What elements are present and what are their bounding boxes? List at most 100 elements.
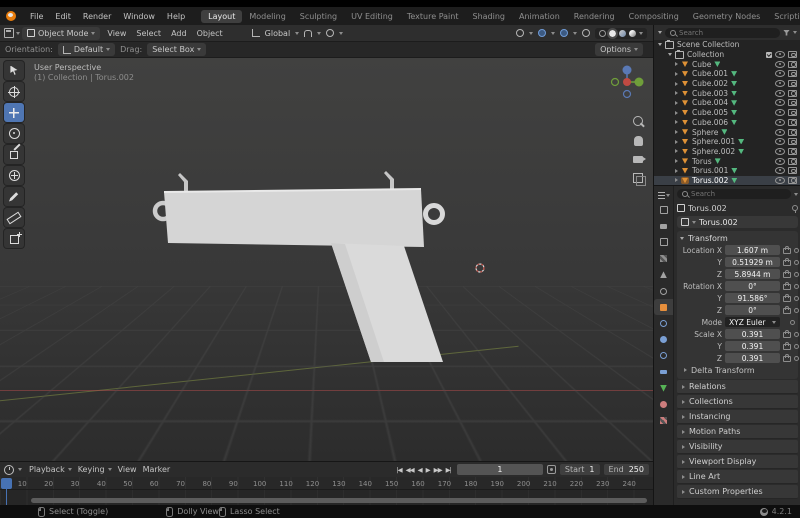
shading-solid-icon[interactable] [607, 27, 618, 39]
outliner-object-row[interactable]: Torus.002 [654, 175, 800, 185]
property-section-header[interactable]: Motion Paths [677, 425, 798, 439]
filter-funnel-icon[interactable] [783, 29, 790, 36]
drag-dropdown[interactable]: Select Box [147, 43, 207, 56]
editor-clock-icon[interactable] [4, 464, 14, 475]
timeline-scrollbar[interactable] [31, 498, 647, 503]
workspace-tab[interactable]: Rendering [567, 10, 622, 23]
disable-render-icon[interactable] [788, 118, 797, 126]
shading-material-icon[interactable] [619, 29, 626, 37]
transform-value-field[interactable]: 0° [725, 305, 780, 315]
tab-render[interactable] [654, 218, 673, 234]
hide-eye-icon[interactable] [775, 128, 785, 136]
gizmo-z-neg[interactable] [622, 89, 632, 99]
lock-icon[interactable] [783, 294, 791, 302]
expand-arrow-icon[interactable] [675, 71, 678, 76]
collection-row[interactable]: Collection [654, 49, 800, 60]
play-reverse-button[interactable]: ◀ [416, 465, 424, 475]
show-gizmo-icon[interactable] [538, 29, 546, 37]
options-button[interactable]: Options [595, 43, 643, 56]
timeline-menu[interactable]: Marker [140, 465, 174, 474]
disable-render-icon[interactable] [788, 89, 797, 97]
transform-value-field[interactable]: 0° [725, 281, 780, 291]
properties-search[interactable] [677, 189, 791, 199]
animate-dot-icon[interactable] [794, 259, 799, 265]
sight-front[interactable] [178, 173, 188, 192]
scale-tool[interactable] [4, 145, 24, 164]
outliner-object-row[interactable]: Torus.001 [654, 166, 800, 176]
lock-icon[interactable] [783, 282, 791, 290]
expand-arrow-icon[interactable] [675, 139, 678, 144]
workspace-tab[interactable]: Scripting [767, 10, 800, 23]
show-overlays-icon[interactable] [560, 29, 568, 37]
add-cube-tool[interactable] [4, 229, 24, 248]
workspace-tab[interactable]: Layout [201, 9, 243, 23]
hide-eye-icon[interactable] [775, 89, 785, 97]
animate-dot-icon[interactable] [794, 271, 799, 277]
object-name[interactable]: Sphere [692, 128, 718, 137]
viewport-menu[interactable]: Object [192, 29, 228, 38]
zoom-icon[interactable] [633, 116, 643, 126]
blender-logo-icon[interactable] [6, 11, 16, 21]
animate-dot-icon[interactable] [794, 283, 799, 289]
properties-search-input[interactable] [691, 190, 786, 198]
pin-icon[interactable] [792, 205, 798, 213]
object-name[interactable]: Sphere.001 [692, 137, 735, 146]
outliner-object-row[interactable]: Cube [654, 59, 800, 69]
animate-dot-icon[interactable] [794, 295, 799, 301]
topbar-menu[interactable]: Render [77, 12, 117, 21]
rotation-mode-dropdown[interactable]: XYZ Euler [725, 317, 780, 327]
property-section-header[interactable]: Custom Properties [677, 485, 798, 499]
hide-eye-icon[interactable] [775, 118, 785, 126]
property-section-header[interactable]: Instancing [677, 410, 798, 424]
cursor-3d[interactable] [472, 260, 488, 276]
animate-dot-icon[interactable] [794, 331, 799, 337]
outliner-search-input[interactable] [679, 28, 775, 37]
expand-arrow-icon[interactable] [675, 110, 678, 115]
property-section-header[interactable]: Viewport Display [677, 455, 798, 469]
topbar-menu[interactable]: File [24, 12, 49, 21]
viewport-menu[interactable]: View [102, 29, 131, 38]
display-mode-icon[interactable] [658, 31, 662, 34]
timeline-menu[interactable]: Keying [75, 465, 115, 474]
lock-icon[interactable] [783, 354, 791, 362]
prev-keyframe-button[interactable]: ◀◀ [404, 465, 416, 475]
jump-to-end-button[interactable]: ▶| [444, 465, 453, 475]
gizmo-x-axis[interactable] [623, 78, 631, 86]
outliner-object-row[interactable]: Sphere [654, 127, 800, 137]
animate-dot-icon[interactable] [794, 307, 799, 313]
object-name[interactable]: Cube.004 [692, 98, 728, 107]
expand-arrow-icon[interactable] [675, 81, 678, 86]
expand-arrow-icon[interactable] [675, 159, 678, 164]
disable-render-icon[interactable] [788, 138, 797, 146]
ortho-toggle-icon[interactable] [633, 173, 646, 186]
sight-rear[interactable] [384, 171, 394, 190]
lock-icon[interactable] [783, 270, 791, 278]
gizmo-y-axis[interactable] [634, 77, 644, 87]
expand-arrow-icon[interactable] [675, 100, 678, 105]
tab-material[interactable] [654, 396, 673, 412]
transform-orientation-dropdown[interactable]: Global [265, 29, 291, 38]
hide-eye-icon[interactable] [775, 51, 785, 59]
lock-icon[interactable] [783, 306, 791, 314]
tab-modifiers[interactable] [654, 315, 673, 331]
scene-collection-row[interactable]: Scene Collection [654, 39, 800, 50]
outliner-object-row[interactable]: Sphere.002 [654, 147, 800, 157]
disable-render-icon[interactable] [788, 109, 797, 117]
disable-render-icon[interactable] [788, 167, 797, 175]
tab-object[interactable] [654, 299, 673, 316]
properties-editor-icon[interactable] [657, 191, 665, 199]
outliner-object-row[interactable]: Cube.001 [654, 69, 800, 79]
tab-world[interactable] [654, 283, 673, 299]
disable-render-icon[interactable] [788, 176, 797, 184]
collapse-arrow-icon[interactable] [668, 53, 672, 57]
disable-render-icon[interactable] [788, 51, 797, 59]
tab-scene[interactable] [654, 267, 673, 283]
viewport-3d[interactable]: User Perspective (1) Collection | Torus.… [0, 58, 653, 461]
move-tool[interactable] [4, 103, 24, 122]
topbar-menu[interactable]: Edit [49, 12, 77, 21]
outliner-object-row[interactable]: Cube.004 [654, 98, 800, 108]
xray-toggle-icon[interactable] [582, 29, 590, 37]
transform-value-field[interactable]: 0.51929 m [725, 257, 780, 267]
outliner-search[interactable] [665, 27, 780, 38]
property-section-header[interactable]: Line Art [677, 470, 798, 484]
